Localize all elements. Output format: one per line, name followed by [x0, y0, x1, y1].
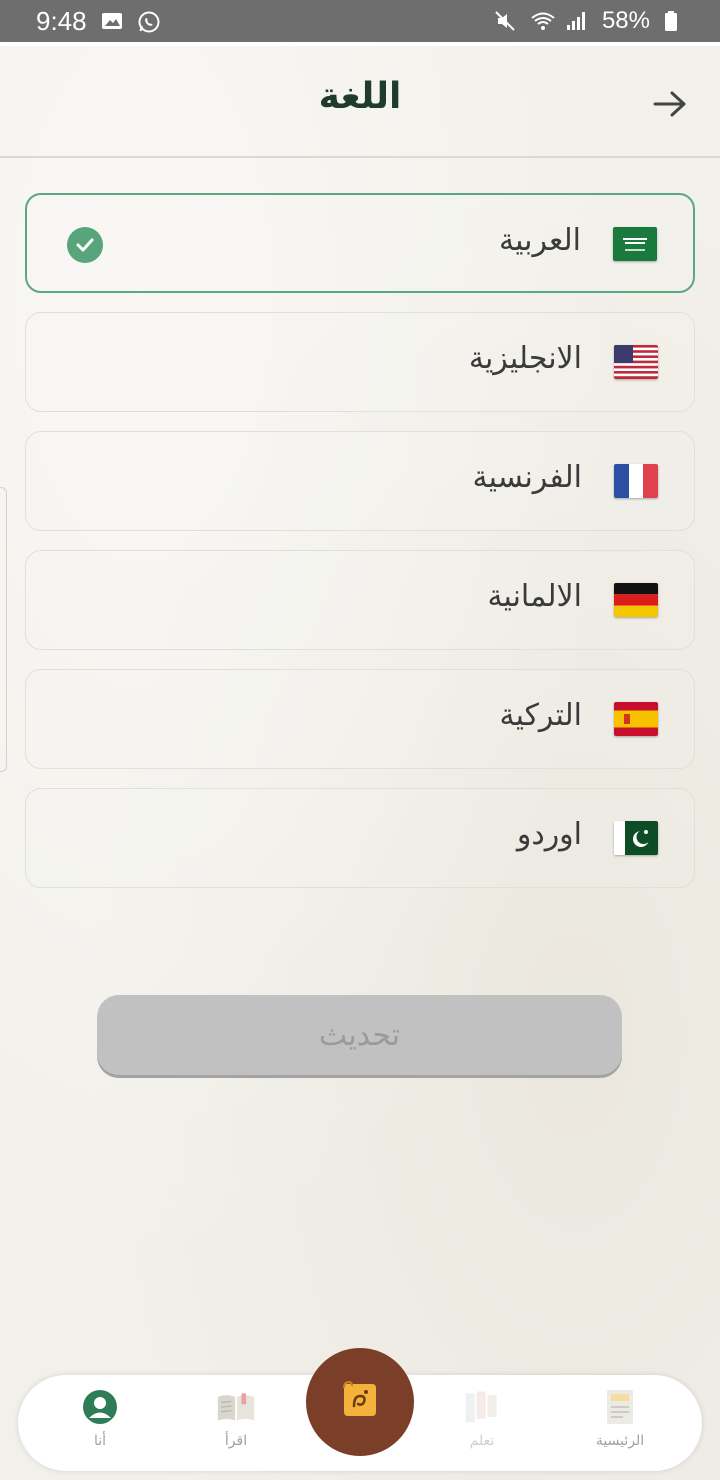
- side-panel-handle[interactable]: [0, 487, 7, 772]
- pakistan-flag-icon: [614, 821, 658, 855]
- arrow-right-icon[interactable]: [650, 86, 690, 122]
- spain-flag-icon: [614, 702, 658, 736]
- nav-label: اقرأ: [224, 1433, 248, 1449]
- signal-icon: [566, 10, 588, 32]
- language-label: الالمانية: [487, 579, 582, 614]
- whatsapp-icon: [137, 10, 160, 33]
- nav-label: تعلم: [469, 1433, 495, 1449]
- language-item-arabic[interactable]: العربية: [25, 193, 695, 293]
- language-item-german[interactable]: الالمانية: [25, 550, 695, 650]
- nav-item-read[interactable]: اقرأ: [176, 1389, 296, 1465]
- language-label: الفرنسية: [472, 460, 582, 495]
- language-item-turkish[interactable]: التركية: [25, 669, 695, 769]
- page-title: اللغة: [318, 76, 402, 117]
- nav-item-learn[interactable]: تعلم: [422, 1389, 542, 1465]
- battery-icon: [664, 10, 686, 32]
- language-label: اوردو: [516, 817, 582, 852]
- language-label: التركية: [499, 698, 583, 733]
- learn-icon: [462, 1389, 502, 1425]
- germany-flag-icon: [614, 583, 658, 617]
- gallery-icon: [101, 10, 123, 32]
- language-list: العربية الانجليزية الفرنسية الالمانية ال…: [25, 193, 695, 907]
- saudi-arabia-flag-icon: [613, 227, 657, 261]
- wifi-icon: [530, 10, 555, 32]
- language-item-english[interactable]: الانجليزية: [25, 312, 695, 412]
- book-icon: [216, 1389, 256, 1425]
- france-flag-icon: [614, 464, 658, 498]
- language-item-french[interactable]: الفرنسية: [25, 431, 695, 531]
- status-time: 9:48: [36, 5, 87, 36]
- nav-item-home[interactable]: الرئيسية: [560, 1389, 680, 1465]
- scroll-icon: [338, 1378, 382, 1426]
- battery-percent: 58%: [601, 7, 650, 34]
- update-button[interactable]: تحديث: [97, 995, 622, 1075]
- language-label: الانجليزية: [468, 341, 582, 376]
- check-icon: [67, 227, 103, 263]
- language-label: العربية: [499, 223, 581, 258]
- center-action-button[interactable]: [306, 1348, 414, 1456]
- profile-icon: [80, 1389, 120, 1425]
- nav-label: الرئيسية: [595, 1433, 645, 1449]
- nav-item-profile[interactable]: أنا: [40, 1389, 160, 1465]
- nav-label: أنا: [93, 1433, 107, 1449]
- header: اللغة: [0, 46, 720, 158]
- mute-icon: [494, 10, 516, 32]
- status-bar: 9:48 58%: [0, 0, 720, 42]
- language-item-urdu[interactable]: اوردو: [25, 788, 695, 888]
- home-icon: [600, 1389, 640, 1425]
- usa-flag-icon: [614, 345, 658, 379]
